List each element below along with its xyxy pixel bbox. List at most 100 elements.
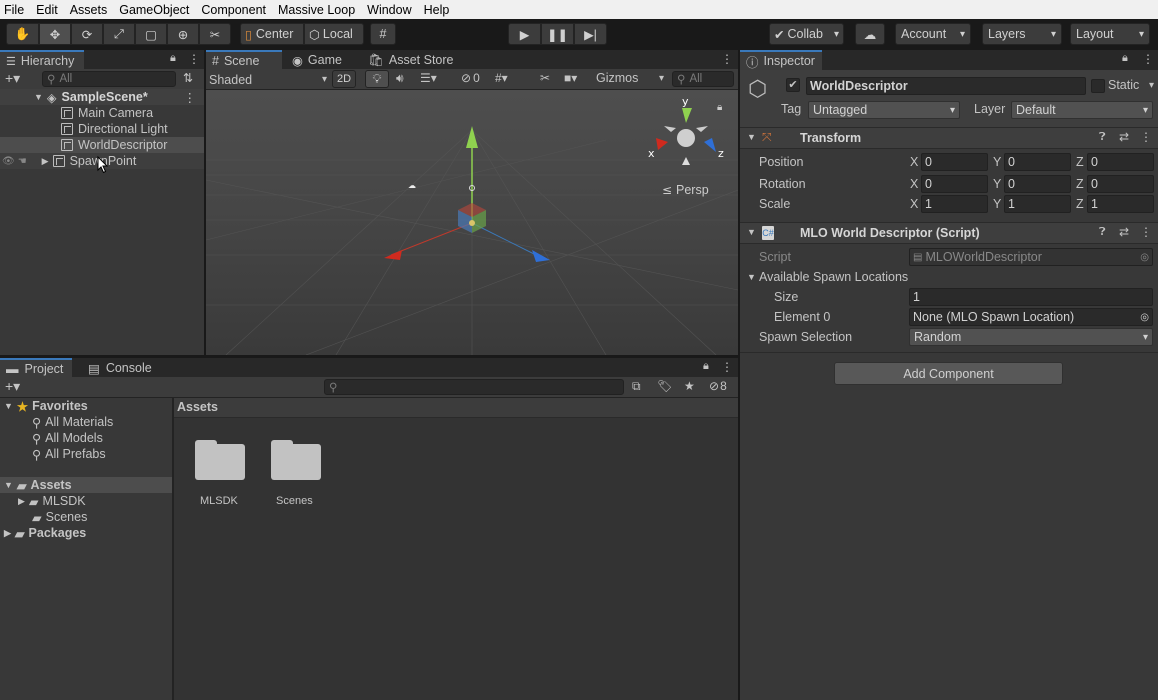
presets-icon[interactable]: ⇄	[1119, 130, 1129, 144]
fold-arrow-icon[interactable]: ▼	[747, 227, 756, 237]
space-local-button[interactable]: ⬡ Local	[304, 23, 364, 45]
favorites-row[interactable]: ▼ ★ Favorites	[0, 398, 172, 414]
menu-assets[interactable]: Assets	[64, 1, 114, 19]
audio-toggle-icon[interactable]: 🔊︎	[396, 71, 404, 86]
menu-component[interactable]: Component	[195, 1, 272, 19]
cloud-icon[interactable]: ☁	[855, 23, 885, 45]
script-component-header[interactable]: ▼ C# MLO World Descriptor (Script) ❓︎ ⇄ …	[740, 222, 1158, 244]
list-item[interactable]: ⚲ All Materials	[0, 414, 172, 430]
tag-dropdown[interactable]: Untagged	[808, 101, 960, 119]
fold-arrow-icon[interactable]: ▼	[747, 132, 756, 142]
breadcrumb-assets[interactable]: Assets	[177, 400, 218, 414]
tab-asset-store[interactable]: 🛍︎ Asset Store	[362, 50, 460, 70]
rotation-x-field[interactable]: 0	[921, 175, 988, 193]
scale-x-field[interactable]: 1	[921, 195, 988, 213]
static-dropdown[interactable]: Static	[1108, 78, 1154, 92]
sort-icon[interactable]: ⇅	[183, 71, 193, 85]
add-component-button[interactable]: Add Component	[834, 362, 1063, 385]
collab-button[interactable]: ✔ Collab	[769, 23, 844, 45]
tools-icon[interactable]: ✂	[540, 71, 550, 85]
kebab-menu-icon[interactable]: ⋮	[188, 52, 200, 66]
pivot-center-button[interactable]: ▯ Center	[240, 23, 304, 45]
step-icon[interactable]: ▶|	[574, 23, 607, 45]
scale-tool-icon[interactable]: ⤢	[103, 23, 135, 45]
visibility-eye-icon[interactable]: 👁︎	[2, 156, 15, 167]
grid-item-folder[interactable]: Scenes	[268, 440, 324, 510]
rotation-z-field[interactable]: 0	[1087, 175, 1154, 193]
rect-tool-icon[interactable]: ▢	[135, 23, 167, 45]
tab-scene[interactable]: # Scene	[206, 50, 282, 70]
lock-icon[interactable]: 🔒︎	[703, 360, 709, 373]
list-item[interactable]: Main Camera	[0, 105, 204, 121]
gizmos-dropdown[interactable]: Gizmos	[596, 71, 664, 85]
transform-tool-icon[interactable]: ⊕	[167, 23, 199, 45]
position-z-field[interactable]: 0	[1087, 153, 1154, 171]
play-icon[interactable]: ▶	[508, 23, 541, 45]
position-x-field[interactable]: 0	[921, 153, 988, 171]
list-item[interactable]: ⚲ All Models	[0, 430, 172, 446]
project-search-input[interactable]: ⚲	[324, 379, 624, 395]
assets-root-row[interactable]: ▼ ▰ Assets	[0, 477, 172, 493]
rotation-y-field[interactable]: 0	[1004, 175, 1071, 193]
packages-row[interactable]: ▶ ▰ Packages	[0, 525, 172, 541]
lighting-toggle-icon[interactable]: 💡︎	[365, 70, 389, 88]
list-item[interactable]: ⚲ All Prefabs	[0, 446, 172, 462]
grid-item-folder[interactable]: MLSDK	[192, 440, 248, 510]
static-checkbox[interactable]	[1091, 79, 1105, 93]
hidden-packages-counter[interactable]: ⊘ 8	[709, 379, 727, 393]
lock-icon[interactable]: 🔒︎	[170, 52, 176, 65]
kebab-menu-icon[interactable]: ⋮	[721, 52, 733, 66]
scale-z-field[interactable]: 1	[1087, 195, 1154, 213]
grid-visibility-icon[interactable]: #▾	[495, 71, 508, 85]
expand-arrow-icon[interactable]: ▶	[4, 528, 11, 539]
kebab-menu-icon[interactable]: ⋮	[721, 360, 733, 374]
custom-tool-icon[interactable]: ✂	[199, 23, 231, 45]
move-tool-icon[interactable]: ✥	[39, 23, 71, 45]
menu-window[interactable]: Window	[361, 1, 417, 19]
shading-mode-dropdown[interactable]: Shaded	[209, 71, 327, 88]
menu-help[interactable]: Help	[418, 1, 456, 19]
scene-viewport[interactable]: ☁ y x z 🔒︎ ≤ Persp	[206, 90, 738, 355]
rotate-tool-icon[interactable]: ⟳	[71, 23, 103, 45]
pause-icon[interactable]: ❚❚	[541, 23, 574, 45]
list-item-selected[interactable]: WorldDescriptor	[0, 137, 204, 153]
fold-arrow-icon[interactable]: ▼	[747, 272, 756, 282]
size-field[interactable]: 1	[909, 288, 1153, 306]
scale-y-field[interactable]: 1	[1004, 195, 1071, 213]
menu-massive-loop[interactable]: Massive Loop	[272, 1, 361, 19]
component-menu-icon[interactable]: ⋮	[1140, 130, 1152, 144]
hierarchy-search-input[interactable]: ⚲ All	[42, 71, 176, 87]
help-icon[interactable]: ❓︎	[1099, 226, 1106, 239]
scene-row[interactable]: ▼ ◈ SampleScene* ⋮	[0, 89, 204, 105]
spawn-locations-label[interactable]: Available Spawn Locations	[759, 270, 908, 284]
list-item[interactable]: ▰ Scenes	[0, 509, 172, 525]
expand-arrow-icon[interactable]: ▶	[18, 496, 25, 507]
favorite-star-icon[interactable]: ★	[684, 379, 695, 393]
tab-console[interactable]: ▤ Console	[82, 358, 158, 378]
spawn-selection-dropdown[interactable]: Random	[909, 328, 1153, 346]
element0-object-field[interactable]: None (MLO Spawn Location) ◎	[909, 308, 1153, 326]
active-checkbox[interactable]: ✔	[786, 78, 800, 92]
expand-arrow-icon[interactable]: ▶	[42, 156, 49, 167]
presets-icon[interactable]: ⇄	[1119, 225, 1129, 239]
component-menu-icon[interactable]: ⋮	[1140, 225, 1152, 239]
kebab-menu-icon[interactable]: ⋮	[1142, 52, 1154, 66]
object-name-field[interactable]: WorldDescriptor	[806, 77, 1086, 95]
grid-snap-icon[interactable]: #	[370, 23, 396, 45]
hand-tool-icon[interactable]: ✋	[6, 23, 39, 45]
layers-dropdown[interactable]: Layers	[982, 23, 1062, 45]
position-y-field[interactable]: 0	[1004, 153, 1071, 171]
persp-label[interactable]: Persp	[676, 183, 709, 197]
tab-project[interactable]: ▬ Project	[0, 358, 72, 378]
tab-hierarchy[interactable]: ☰ Hierarchy	[0, 50, 84, 70]
pickable-hand-icon[interactable]: ☚	[18, 156, 27, 167]
camera-icon[interactable]: ■▾	[564, 71, 577, 85]
transform-header[interactable]: ▼ ⤧ Transform ❓︎ ⇄ ⋮	[740, 127, 1158, 149]
hidden-objects-counter[interactable]: ⊘ 0	[461, 71, 480, 85]
list-item[interactable]: Directional Light	[0, 121, 204, 137]
account-dropdown[interactable]: Account	[895, 23, 971, 45]
help-icon[interactable]: ❓︎	[1099, 131, 1106, 144]
tab-inspector[interactable]: ⓘ Inspector	[740, 50, 822, 70]
scene-search-input[interactable]: ⚲ All	[672, 71, 734, 87]
search-by-type-icon[interactable]: ⧉	[632, 379, 641, 394]
